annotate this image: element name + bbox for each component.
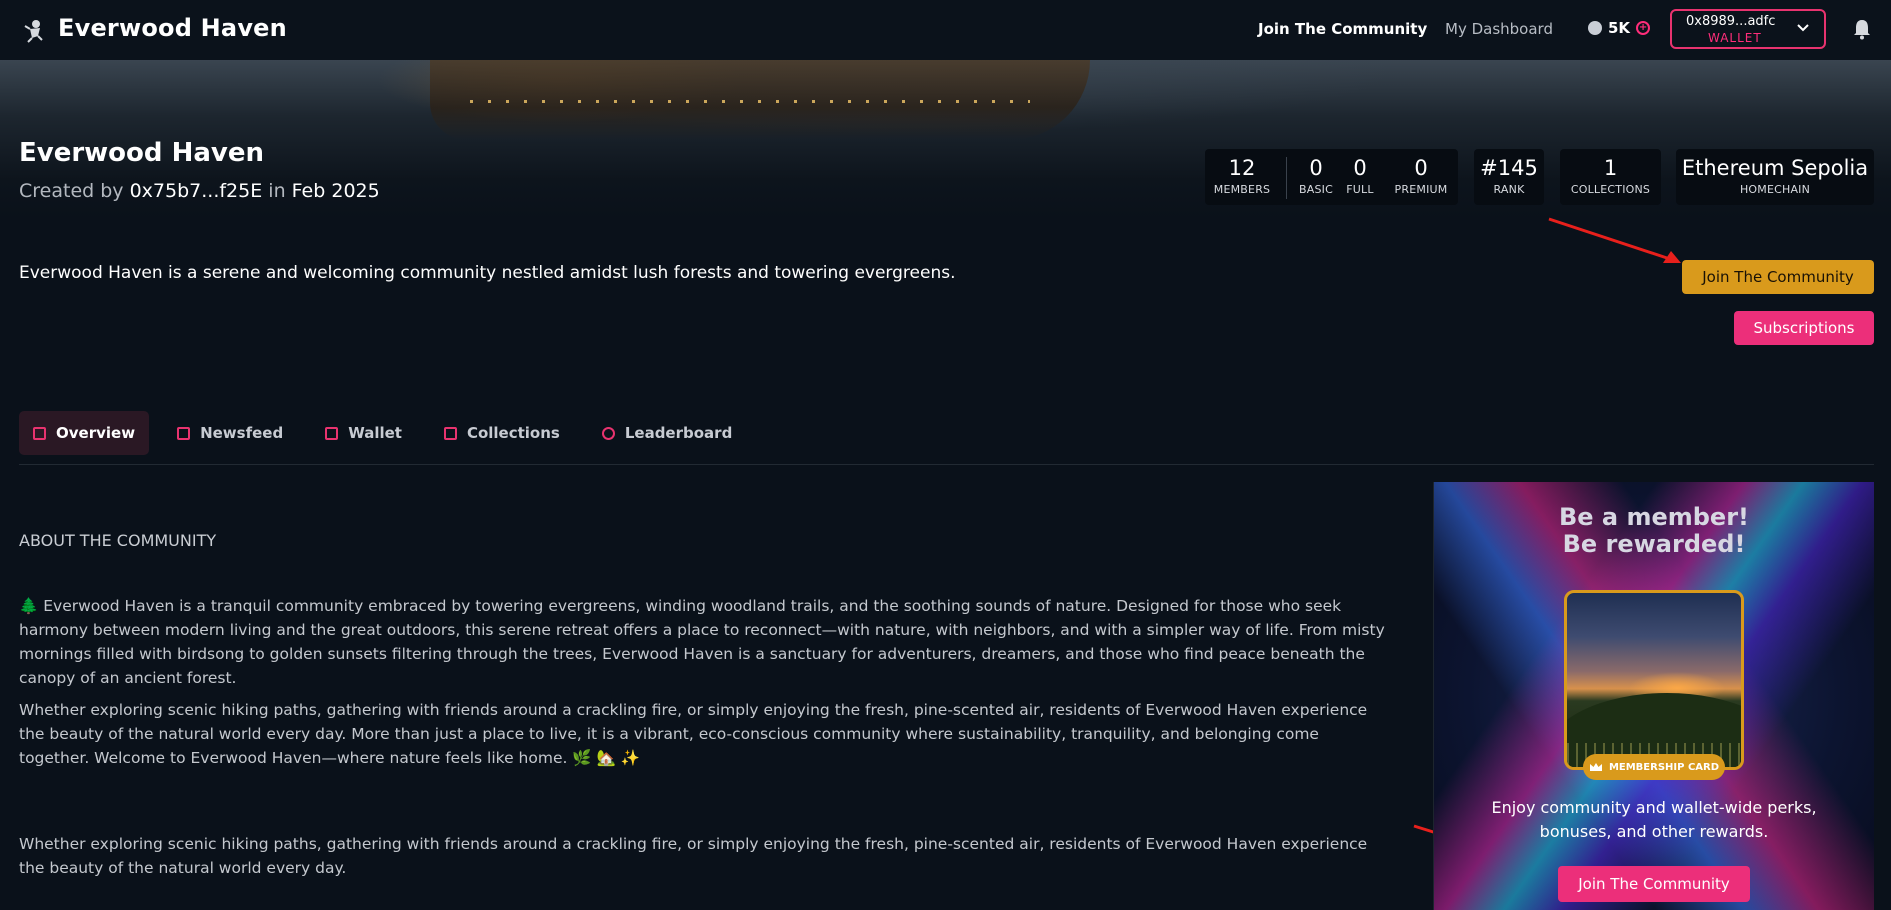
tab-divider xyxy=(19,464,1874,465)
stat-rank-label: RANK xyxy=(1493,183,1525,196)
about-paragraph: Whether exploring scenic hiking paths, g… xyxy=(19,701,1368,767)
stat-homechain: Ethereum Sepolia HOMECHAIN xyxy=(1676,156,1874,196)
chevron-down-icon xyxy=(1797,24,1809,32)
community-title: Everwood Haven xyxy=(19,138,264,168)
stat-full-label: FULL xyxy=(1346,183,1374,196)
tab-overview[interactable]: Overview xyxy=(19,411,150,455)
stat-collections-label: COLLECTIONS xyxy=(1570,183,1651,196)
top-nav: Everwood Haven Join The Community My Das… xyxy=(0,0,1891,60)
tab-wallet[interactable]: Wallet xyxy=(311,411,416,455)
homechain-stat-box: Ethereum Sepolia HOMECHAIN xyxy=(1676,149,1874,205)
stat-divider xyxy=(1286,157,1287,199)
promo-join-community-button[interactable]: Join The Community xyxy=(1558,866,1750,902)
stat-members-label: MEMBERS xyxy=(1213,183,1271,196)
about-heading: ABOUT THE COMMUNITY xyxy=(19,531,217,550)
coin-icon xyxy=(1588,21,1602,35)
stat-full: 0 FULL xyxy=(1342,156,1378,196)
rank-stat-box: #145 RANK xyxy=(1474,149,1544,205)
add-points-icon[interactable]: + xyxy=(1636,21,1651,35)
membership-promo-panel: Be a member! Be rewarded! MEMBERSHIP CAR… xyxy=(1434,482,1874,910)
stat-rank: #145 RANK xyxy=(1474,156,1544,196)
tab-wallet-label: Wallet xyxy=(348,424,402,442)
tab-newsfeed[interactable]: Newsfeed xyxy=(163,411,297,455)
tab-leaderboard-label: Leaderboard xyxy=(624,424,733,442)
nav-join-community-link[interactable]: Join The Community xyxy=(1258,20,1427,38)
stat-basic-value: 0 xyxy=(1309,156,1323,180)
community-description: Everwood Haven is a serene and welcoming… xyxy=(19,263,956,283)
tab-leaderboard[interactable]: Leaderboard xyxy=(588,411,746,455)
creator-address[interactable]: 0x75b7...f25E xyxy=(130,180,263,202)
membership-stats-box: 12 MEMBERS 0 BASIC 0 FULL 0 PREMIUM xyxy=(1205,149,1458,205)
promo-heading-line2: Be rewarded! xyxy=(1562,530,1746,558)
brand-name[interactable]: Everwood Haven xyxy=(58,14,287,42)
tab-bar: Overview Newsfeed Wallet Collections Lea… xyxy=(19,411,760,455)
join-community-button[interactable]: Join The Community xyxy=(1682,260,1874,294)
stat-collections-value: 1 xyxy=(1603,156,1618,180)
stat-basic-label: BASIC xyxy=(1299,183,1333,196)
points-value: 5K xyxy=(1608,19,1631,37)
overview-icon xyxy=(33,426,46,440)
banner-ship-lights xyxy=(470,100,1030,103)
collections-icon xyxy=(443,426,457,440)
stat-homechain-label: HOMECHAIN xyxy=(1739,183,1811,196)
wallet-address: 0x8989...adfc xyxy=(1686,14,1776,29)
promo-heading-line1: Be a member! xyxy=(1558,503,1749,531)
stat-premium-value: 0 xyxy=(1414,156,1428,180)
membership-card-badge-label: MEMBERSHIP CARD xyxy=(1608,761,1720,773)
stat-basic: 0 BASIC xyxy=(1298,156,1334,196)
nav-dashboard-link[interactable]: My Dashboard xyxy=(1445,20,1553,38)
stat-rank-value: #145 xyxy=(1480,156,1538,180)
annotation-arrow-icon xyxy=(1548,217,1681,263)
created-by-line: Created by 0x75b7...f25E in Feb 2025 xyxy=(19,180,380,202)
membership-card-image xyxy=(1564,590,1744,770)
about-paragraph: Whether exploring scenic hiking paths, g… xyxy=(19,835,1368,877)
tab-newsfeed-label: Newsfeed xyxy=(200,424,284,442)
crown-icon xyxy=(1589,763,1602,771)
stat-collections: 1 COLLECTIONS xyxy=(1560,156,1661,196)
wallet-icon xyxy=(325,426,339,440)
newsfeed-icon xyxy=(177,426,191,440)
stat-premium-label: PREMIUM xyxy=(1394,183,1448,196)
points-display[interactable]: 5K + xyxy=(1588,19,1651,37)
subscriptions-button[interactable]: Subscriptions xyxy=(1734,311,1874,345)
created-in: in xyxy=(268,180,286,202)
wallet-label: WALLET xyxy=(1708,31,1762,45)
leaderboard-icon xyxy=(601,426,615,440)
stat-full-value: 0 xyxy=(1353,156,1367,180)
astronaut-logo-icon[interactable] xyxy=(20,16,48,44)
promo-heading: Be a member! Be rewarded! xyxy=(1434,504,1874,558)
tab-collections-label: Collections xyxy=(466,424,560,442)
bell-icon[interactable] xyxy=(1852,18,1872,40)
created-date: Feb 2025 xyxy=(291,180,380,202)
stat-members: 12 MEMBERS xyxy=(1213,156,1271,196)
stat-homechain-value: Ethereum Sepolia xyxy=(1681,156,1869,180)
stat-premium: 0 PREMIUM xyxy=(1391,156,1451,196)
collections-stat-box: 1 COLLECTIONS xyxy=(1560,149,1661,205)
created-prefix: Created by xyxy=(19,180,124,202)
tab-collections[interactable]: Collections xyxy=(430,411,574,455)
promo-text: Enjoy community and wallet-wide perks, b… xyxy=(1491,798,1817,841)
membership-card-badge: MEMBERSHIP CARD xyxy=(1583,754,1725,780)
about-paragraph: 🌲 Everwood Haven is a tranquil community… xyxy=(19,597,1385,687)
tab-overview-label: Overview xyxy=(56,424,136,442)
stat-members-value: 12 xyxy=(1228,156,1256,180)
wallet-dropdown-button[interactable]: 0x8989...adfc WALLET xyxy=(1670,9,1826,49)
